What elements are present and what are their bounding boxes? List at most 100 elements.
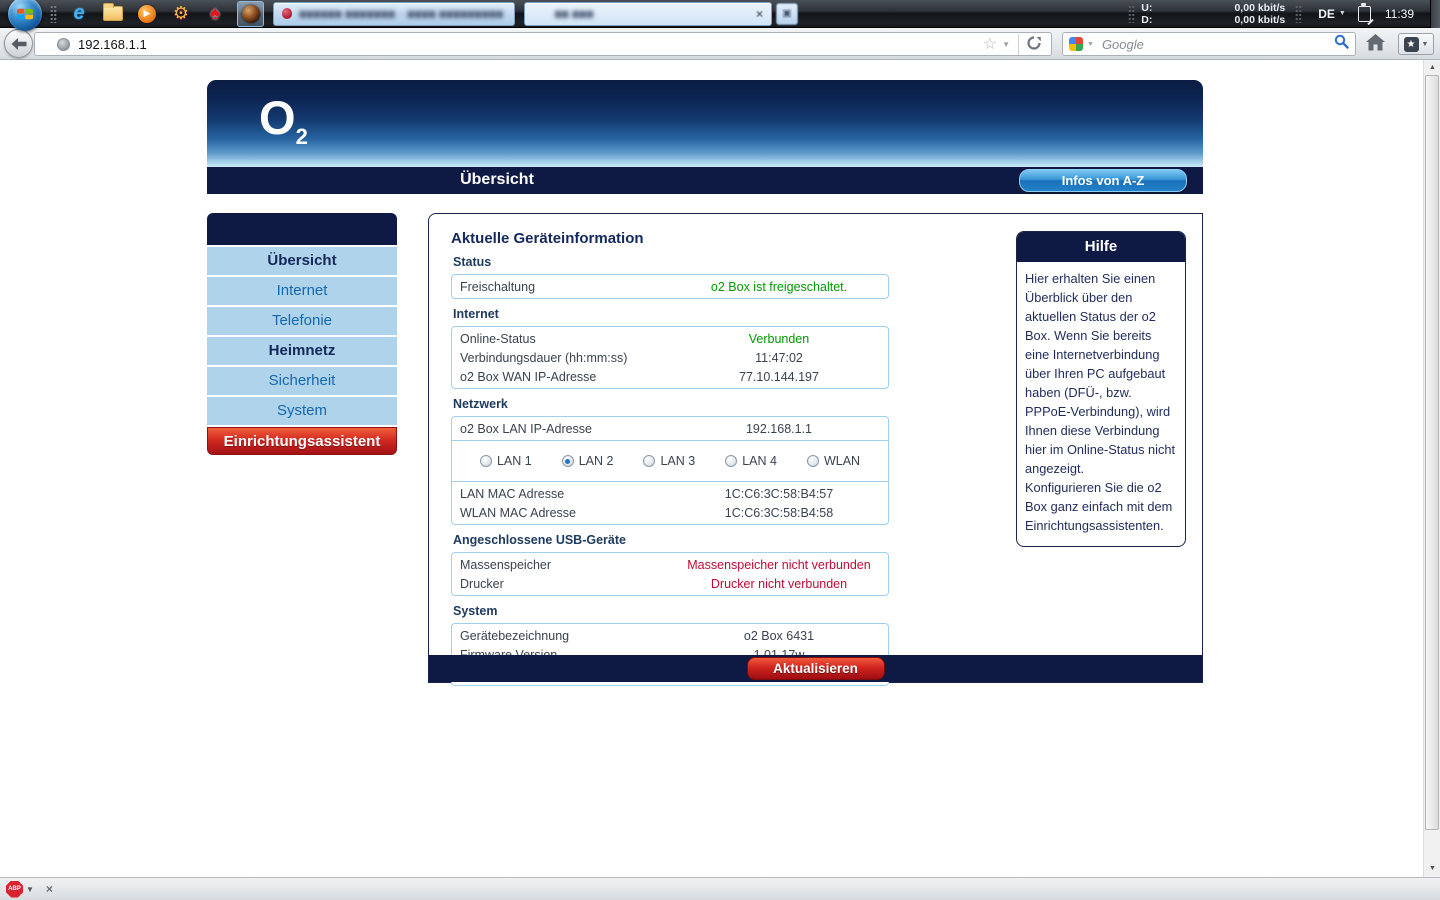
sidebar-item-heimnetz[interactable]: Heimnetz — [207, 337, 397, 365]
quick-launch-grip[interactable] — [50, 5, 57, 23]
scrollbar-down-icon[interactable]: ▼ — [1424, 861, 1440, 877]
browser-navigation-bar: 192.168.1.1 ☆ ▼ ▼ Google ★ — [0, 28, 1440, 60]
sidebar-item-bersicht[interactable]: Übersicht — [207, 247, 397, 275]
start-button[interactable] — [8, 0, 42, 31]
table-row: o2 Box WAN IP-Adresse77.10.144.197 — [452, 367, 888, 386]
urlbar-dropdown-icon[interactable]: ▼ — [1002, 40, 1010, 49]
row-value: 11:47:02 — [670, 351, 888, 365]
download-value: 0,00 kbit/s — [1234, 14, 1289, 26]
help-title: Hilfe — [1017, 232, 1185, 262]
browser-scrollbar[interactable]: ▲ ▼ — [1423, 60, 1440, 877]
sidebar-item-telefonie[interactable]: Telefonie — [207, 307, 397, 335]
upload-label: U: — [1141, 2, 1152, 14]
bookmarks-star-icon: ★ — [1404, 37, 1419, 52]
sidebar-menu: ÜbersichtInternetTelefonieHeimnetzSicher… — [207, 213, 397, 455]
search-go-button[interactable] — [1334, 34, 1349, 54]
tray-grip[interactable] — [1128, 5, 1135, 23]
table-row: o2 Box LAN IP-Adresse192.168.1.1 — [452, 419, 888, 438]
network-speed-indicator: U:0,00 kbit/s D:0,00 kbit/s — [1141, 2, 1289, 26]
table-row: WLAN MAC Adresse1C:C6:3C:58:B4:58 — [452, 503, 888, 522]
language-caret-icon[interactable]: ▼ — [1339, 10, 1346, 17]
back-button[interactable] — [4, 29, 33, 58]
sidebar-item-internet[interactable]: Internet — [207, 277, 397, 305]
radio-lan-3[interactable]: LAN 3 — [643, 454, 695, 468]
url-bar[interactable]: 192.168.1.1 ☆ ▼ — [34, 32, 1052, 56]
upload-value: 0,00 kbit/s — [1234, 2, 1289, 14]
home-button[interactable] — [1366, 34, 1385, 56]
reload-button[interactable] — [1018, 34, 1045, 55]
table-row: MassenspeicherMassenspeicher nicht verbu… — [452, 555, 888, 574]
adblock-caret-icon[interactable]: ▼ — [26, 885, 34, 894]
taskbar-mini-button[interactable]: ▣ — [776, 3, 798, 25]
row-label: Online-Status — [452, 332, 670, 346]
magnifier-icon — [1334, 34, 1349, 49]
row-value: o2 Box 6431 — [670, 629, 888, 643]
windows-explorer-icon[interactable] — [101, 2, 125, 26]
bookmark-star-icon[interactable]: ☆ — [983, 34, 997, 54]
radio-dot — [565, 459, 570, 464]
panel-footer-bar: Aktualisieren — [429, 655, 1202, 682]
reload-icon — [1027, 36, 1041, 50]
row-label: o2 Box LAN IP-Adresse — [452, 422, 670, 436]
firefox-taskbar-button[interactable] — [237, 1, 264, 27]
tray-grip-2[interactable] — [1295, 5, 1302, 23]
show-desktop-button[interactable] — [1430, 0, 1440, 28]
bookmarks-menu-button[interactable]: ★ ▼ — [1398, 33, 1434, 55]
radio-circle-icon — [643, 455, 655, 467]
close-icon[interactable]: × — [746, 7, 763, 21]
firefox-icon — [242, 5, 260, 23]
search-bar[interactable]: ▼ Google — [1062, 32, 1356, 56]
google-search-engine-icon[interactable] — [1069, 37, 1083, 51]
language-indicator[interactable]: DE — [1318, 7, 1335, 21]
search-engine-caret-icon[interactable]: ▼ — [1087, 41, 1094, 48]
settings-gears-icon[interactable]: ⚙ — [169, 2, 193, 26]
browser-addon-bar: ABP ▼ × — [0, 877, 1440, 900]
o2-logo: O2 — [259, 90, 308, 150]
radio-lan-2[interactable]: LAN 2 — [562, 454, 614, 468]
home-icon — [1366, 34, 1385, 51]
row-label: Massenspeicher — [452, 558, 670, 572]
row-label: Freischaltung — [452, 280, 670, 294]
sidebar-item-sicherheit[interactable]: Sicherheit — [207, 367, 397, 395]
media-player-icon[interactable]: ▶ — [135, 2, 159, 26]
row-label: Verbindungsdauer (hh:mm:ss) — [452, 351, 670, 365]
system-tray: U:0,00 kbit/s D:0,00 kbit/s DE ▼ 11:39 — [1122, 0, 1440, 27]
taskbar-clock[interactable]: 11:39 — [1385, 7, 1414, 21]
scrollbar-thumb[interactable] — [1425, 75, 1439, 830]
windows-taskbar: e ▶ ⚙ ♠ ▆▆▆▆▆▆ ▆▆▆▆▆▆▆ – ▆▆▆▆ ▆▆▆▆▆▆▆▆▆ … — [0, 0, 1440, 28]
table-row: LAN MAC Adresse1C:C6:3C:58:B4:57 — [452, 484, 888, 503]
row-value: Verbunden — [670, 332, 888, 346]
row-label: Gerätebezeichnung — [452, 629, 670, 643]
sidebar-item-system[interactable]: System — [207, 397, 397, 425]
radio-wlan[interactable]: WLAN — [807, 454, 860, 468]
internet-explorer-icon[interactable]: e — [67, 2, 91, 26]
spade-glyph: ♠ — [210, 3, 220, 25]
table-row: Freischaltungo2 Box ist freigeschaltet. — [452, 277, 888, 296]
adblock-plus-icon[interactable]: ABP — [6, 881, 23, 898]
radio-lan-1[interactable]: LAN 1 — [480, 454, 532, 468]
table-row: Verbindungsdauer (hh:mm:ss)11:47:02 — [452, 348, 888, 367]
gear-glyph: ⚙ — [173, 3, 189, 24]
pokerstars-icon[interactable]: ♠ — [203, 2, 227, 26]
addon-bar-close-icon[interactable]: × — [46, 882, 53, 896]
site-identity-globe-icon[interactable] — [57, 38, 70, 51]
radio-circle-icon — [725, 455, 737, 467]
window1-red-icon — [282, 8, 292, 19]
radio-lan-4[interactable]: LAN 4 — [725, 454, 777, 468]
taskbar-window-button-1[interactable]: ▆▆▆▆▆▆ ▆▆▆▆▆▆▆ – ▆▆▆▆ ▆▆▆▆▆▆▆▆▆ … — [273, 2, 515, 26]
row-value: 1C:C6:3C:58:B4:57 — [670, 487, 888, 501]
help-paragraph: Konfigurieren Sie die o2 Box ganz einfac… — [1025, 478, 1177, 535]
aktualisieren-button[interactable]: Aktualisieren — [747, 657, 885, 680]
search-placeholder[interactable]: Google — [1102, 37, 1144, 52]
mini-button-glyph: ▣ — [782, 8, 791, 19]
clipboard-tray-icon[interactable] — [1358, 6, 1371, 22]
infos-von-a-z-button[interactable]: Infos von A-Z — [1019, 169, 1187, 192]
row-value: 77.10.144.197 — [670, 370, 888, 384]
taskbar-window-button-2[interactable]: ▆▆ ▆▆▆ × — [524, 2, 772, 26]
row-value: Massenspeicher nicht verbunden — [670, 558, 888, 572]
help-box: Hilfe Hier erhalten Sie einen Überblick … — [1016, 231, 1186, 547]
sidebar-item-einrichtungsassistent[interactable]: Einrichtungsassistent — [207, 427, 397, 455]
scrollbar-up-icon[interactable]: ▲ — [1424, 60, 1440, 76]
url-text[interactable]: 192.168.1.1 — [78, 37, 147, 52]
row-label: Drucker — [452, 577, 670, 591]
